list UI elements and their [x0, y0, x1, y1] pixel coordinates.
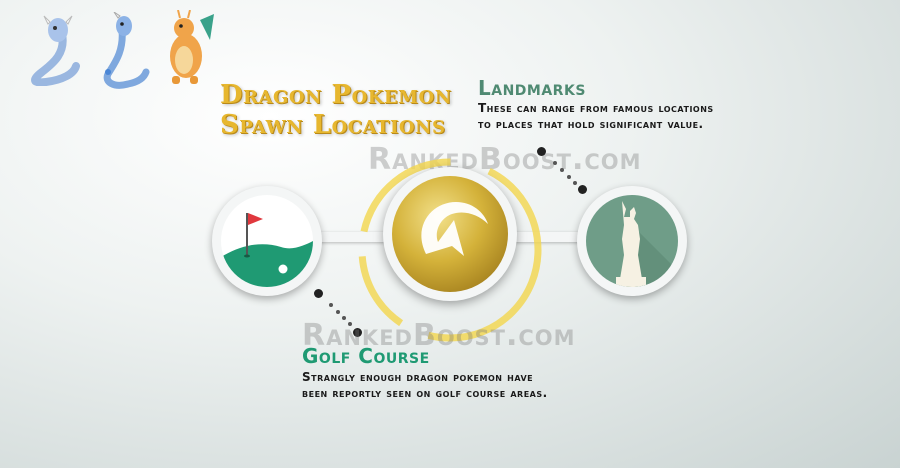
golf-desc-line-1: Strangly enough dragon pokemon have: [302, 370, 534, 384]
golf-course-description: Strangly enough dragon pokemon have been…: [302, 369, 548, 401]
golf-course-heading: Golf Course: [302, 344, 430, 368]
golf-desc-line-2: been reportly seen on golf course areas.: [302, 386, 548, 400]
